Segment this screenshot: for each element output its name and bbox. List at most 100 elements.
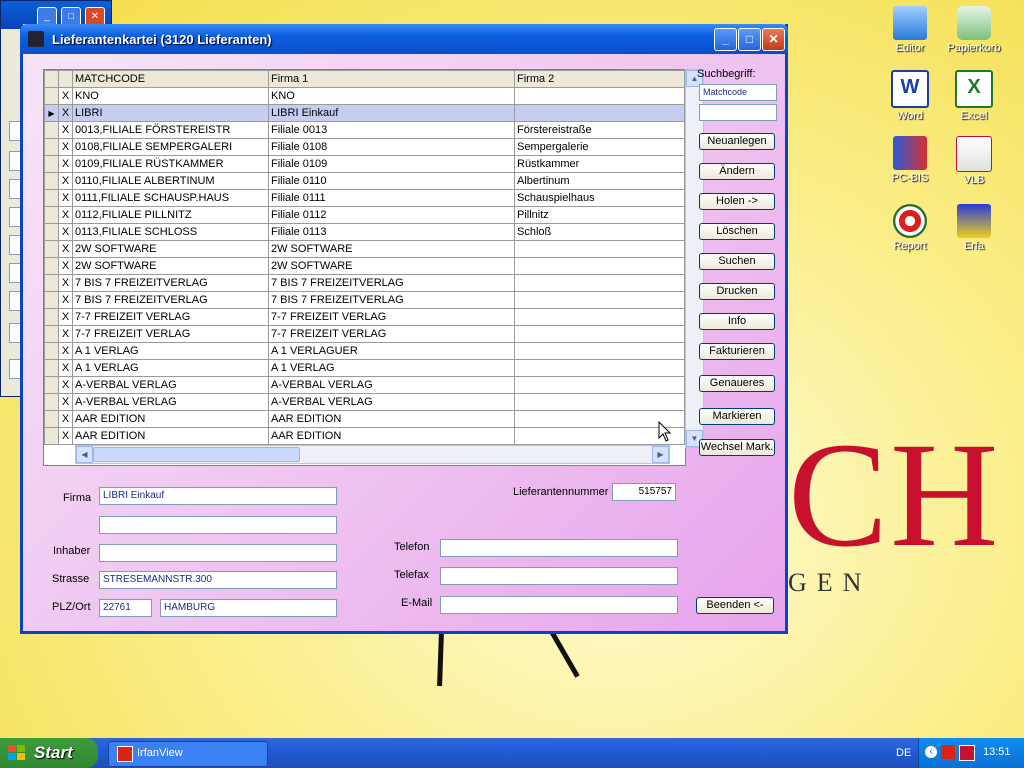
row-check[interactable]: X bbox=[58, 308, 73, 326]
row-check[interactable]: X bbox=[58, 342, 73, 360]
row-indicator[interactable] bbox=[44, 155, 59, 173]
tray-app-icon[interactable] bbox=[941, 745, 955, 759]
search-field-select[interactable]: Matchcode bbox=[699, 84, 777, 101]
table-row[interactable]: X 7-7 FREIZEIT VERLAG 7-7 FREIZEIT VERLAG bbox=[44, 325, 685, 343]
cell-firma1[interactable]: Filiale 0110 bbox=[268, 172, 515, 190]
cell-matchcode[interactable]: 7 BIS 7 FREIZEITVERLAG bbox=[72, 291, 269, 309]
cell-firma1[interactable]: Filiale 0013 bbox=[268, 121, 515, 139]
cell-firma2[interactable] bbox=[514, 325, 685, 343]
row-check[interactable]: X bbox=[58, 427, 73, 445]
cell-firma1[interactable]: 2W SOFTWARE bbox=[268, 257, 515, 275]
cell-firma1[interactable]: A-VERBAL VERLAG bbox=[268, 393, 515, 411]
cell-matchcode[interactable]: 0108,FILIALE SEMPERGALERI bbox=[72, 138, 269, 156]
desktop-icon-vlb[interactable]: VLB bbox=[942, 136, 1006, 186]
cell-firma1[interactable]: Filiale 0109 bbox=[268, 155, 515, 173]
row-check[interactable]: X bbox=[58, 240, 73, 258]
cell-firma2[interactable] bbox=[514, 376, 685, 394]
column-header-matchcode[interactable]: MATCHCODE bbox=[72, 70, 269, 88]
cell-matchcode[interactable]: 0112,FILIALE PILLNITZ bbox=[72, 206, 269, 224]
table-row[interactable]: X 0113,FILIALE SCHLOSS Filiale 0113 Schloß bbox=[44, 223, 685, 241]
print-button[interactable]: Drucken bbox=[699, 283, 775, 300]
details-button[interactable]: Genaueres bbox=[699, 375, 775, 392]
column-header-firma2[interactable]: Firma 2 bbox=[514, 70, 685, 88]
row-check[interactable]: X bbox=[58, 104, 73, 122]
cell-firma2[interactable] bbox=[514, 308, 685, 326]
row-check[interactable]: X bbox=[58, 138, 73, 156]
tray-expand-icon[interactable]: ‹ bbox=[925, 746, 937, 758]
cell-firma2[interactable]: Rüstkammer bbox=[514, 155, 685, 173]
row-check[interactable]: X bbox=[58, 376, 73, 394]
supplier-file-window[interactable]: Lieferantenkartei (3120 Lieferanten) _ □… bbox=[20, 24, 788, 634]
scroll-thumb[interactable] bbox=[93, 447, 300, 462]
cell-matchcode[interactable]: 0013,FILIALE FÖRSTEREISTR bbox=[72, 121, 269, 139]
firma-field[interactable]: LIBRI Einkauf bbox=[99, 487, 337, 505]
close-button[interactable]: ✕ bbox=[762, 28, 785, 51]
cell-matchcode[interactable]: A 1 VERLAG bbox=[72, 342, 269, 360]
cell-matchcode[interactable]: A-VERBAL VERLAG bbox=[72, 393, 269, 411]
row-indicator[interactable] bbox=[44, 189, 59, 207]
tray-app-icon[interactable] bbox=[959, 745, 975, 761]
row-indicator[interactable] bbox=[44, 325, 59, 343]
table-row[interactable]: X A-VERBAL VERLAG A-VERBAL VERLAG bbox=[44, 393, 685, 411]
cell-firma1[interactable]: Filiale 0113 bbox=[268, 223, 515, 241]
row-check[interactable]: X bbox=[58, 121, 73, 139]
table-row[interactable]: X 0112,FILIALE PILLNITZ Filiale 0112 Pillni… bbox=[44, 206, 685, 224]
search-button[interactable]: Suchen bbox=[699, 253, 775, 270]
cell-firma2[interactable] bbox=[514, 240, 685, 258]
cell-firma2[interactable]: Schloß bbox=[514, 223, 685, 241]
cell-firma2[interactable] bbox=[514, 359, 685, 377]
row-indicator[interactable] bbox=[44, 138, 59, 156]
row-check[interactable]: X bbox=[58, 410, 73, 428]
cell-firma2[interactable] bbox=[514, 274, 685, 292]
cell-matchcode[interactable]: 7-7 FREIZEIT VERLAG bbox=[72, 325, 269, 343]
row-indicator[interactable] bbox=[44, 121, 59, 139]
cell-firma2[interactable] bbox=[514, 291, 685, 309]
cell-matchcode[interactable]: 0111,FILIALE SCHAUSP.HAUS bbox=[72, 189, 269, 207]
table-row[interactable]: X 0111,FILIALE SCHAUSP.HAUS Filiale 0111 Sc… bbox=[44, 189, 685, 207]
row-indicator[interactable] bbox=[44, 291, 59, 309]
cell-firma2[interactable]: Schauspielhaus bbox=[514, 189, 685, 207]
horizontal-scrollbar[interactable]: ◀ ▶ bbox=[75, 445, 670, 464]
table-row[interactable]: X 2W SOFTWARE 2W SOFTWARE bbox=[44, 240, 685, 258]
table-row[interactable]: X KNO KNO bbox=[44, 87, 685, 105]
cell-firma2[interactable]: Albertinum bbox=[514, 172, 685, 190]
desktop-icon-erfa[interactable]: Erfa bbox=[942, 204, 1006, 252]
row-indicator[interactable] bbox=[44, 274, 59, 292]
row-check[interactable]: X bbox=[58, 393, 73, 411]
row-indicator[interactable] bbox=[44, 427, 59, 445]
table-row[interactable]: X A-VERBAL VERLAG A-VERBAL VERLAG bbox=[44, 376, 685, 394]
plz-field[interactable]: 22761 bbox=[99, 599, 152, 617]
cell-firma1[interactable]: Filiale 0108 bbox=[268, 138, 515, 156]
cell-firma1[interactable]: Filiale 0112 bbox=[268, 206, 515, 224]
desktop-icon-editor[interactable]: Editor bbox=[878, 6, 942, 54]
new-button[interactable]: Neuanlegen bbox=[699, 133, 775, 150]
cell-matchcode[interactable]: 2W SOFTWARE bbox=[72, 240, 269, 258]
cell-firma2[interactable] bbox=[514, 393, 685, 411]
row-indicator[interactable] bbox=[44, 393, 59, 411]
delete-button[interactable]: Löschen bbox=[699, 223, 775, 240]
scroll-left-button[interactable]: ◀ bbox=[76, 446, 93, 463]
telefon-field[interactable] bbox=[440, 539, 678, 557]
ort-field[interactable]: HAMBURG bbox=[160, 599, 337, 617]
cell-firma2[interactable]: Pillnitz bbox=[514, 206, 685, 224]
toggle-mark-button[interactable]: Wechsel Mark. bbox=[699, 439, 775, 456]
start-button[interactable]: Start bbox=[0, 738, 98, 768]
cell-firma2[interactable] bbox=[514, 342, 685, 360]
row-check[interactable]: X bbox=[58, 359, 73, 377]
language-indicator[interactable]: DE bbox=[896, 747, 911, 759]
column-header-firma1[interactable]: Firma 1 bbox=[268, 70, 515, 88]
row-check[interactable]: X bbox=[58, 257, 73, 275]
supplier-grid[interactable]: MATCHCODE Firma 1 Firma 2 X KNO KNO ▶ X LIBRI… bbox=[43, 69, 686, 466]
cell-matchcode[interactable]: LIBRI bbox=[72, 104, 269, 122]
cell-firma2[interactable]: Förstereistraße bbox=[514, 121, 685, 139]
info-button[interactable]: Info bbox=[699, 313, 775, 330]
row-indicator[interactable] bbox=[44, 376, 59, 394]
table-row[interactable]: X AAR EDITION AAR EDITION bbox=[44, 410, 685, 428]
table-row[interactable]: X AAR EDITION AAR EDITION bbox=[44, 427, 685, 445]
row-check[interactable]: X bbox=[58, 291, 73, 309]
edit-button[interactable]: Ändern bbox=[699, 163, 775, 180]
row-indicator[interactable] bbox=[44, 308, 59, 326]
window-titlebar[interactable]: Lieferantenkartei (3120 Lieferanten) _ □… bbox=[20, 24, 788, 54]
cell-firma1[interactable]: AAR EDITION bbox=[268, 427, 515, 445]
row-check[interactable]: X bbox=[58, 274, 73, 292]
